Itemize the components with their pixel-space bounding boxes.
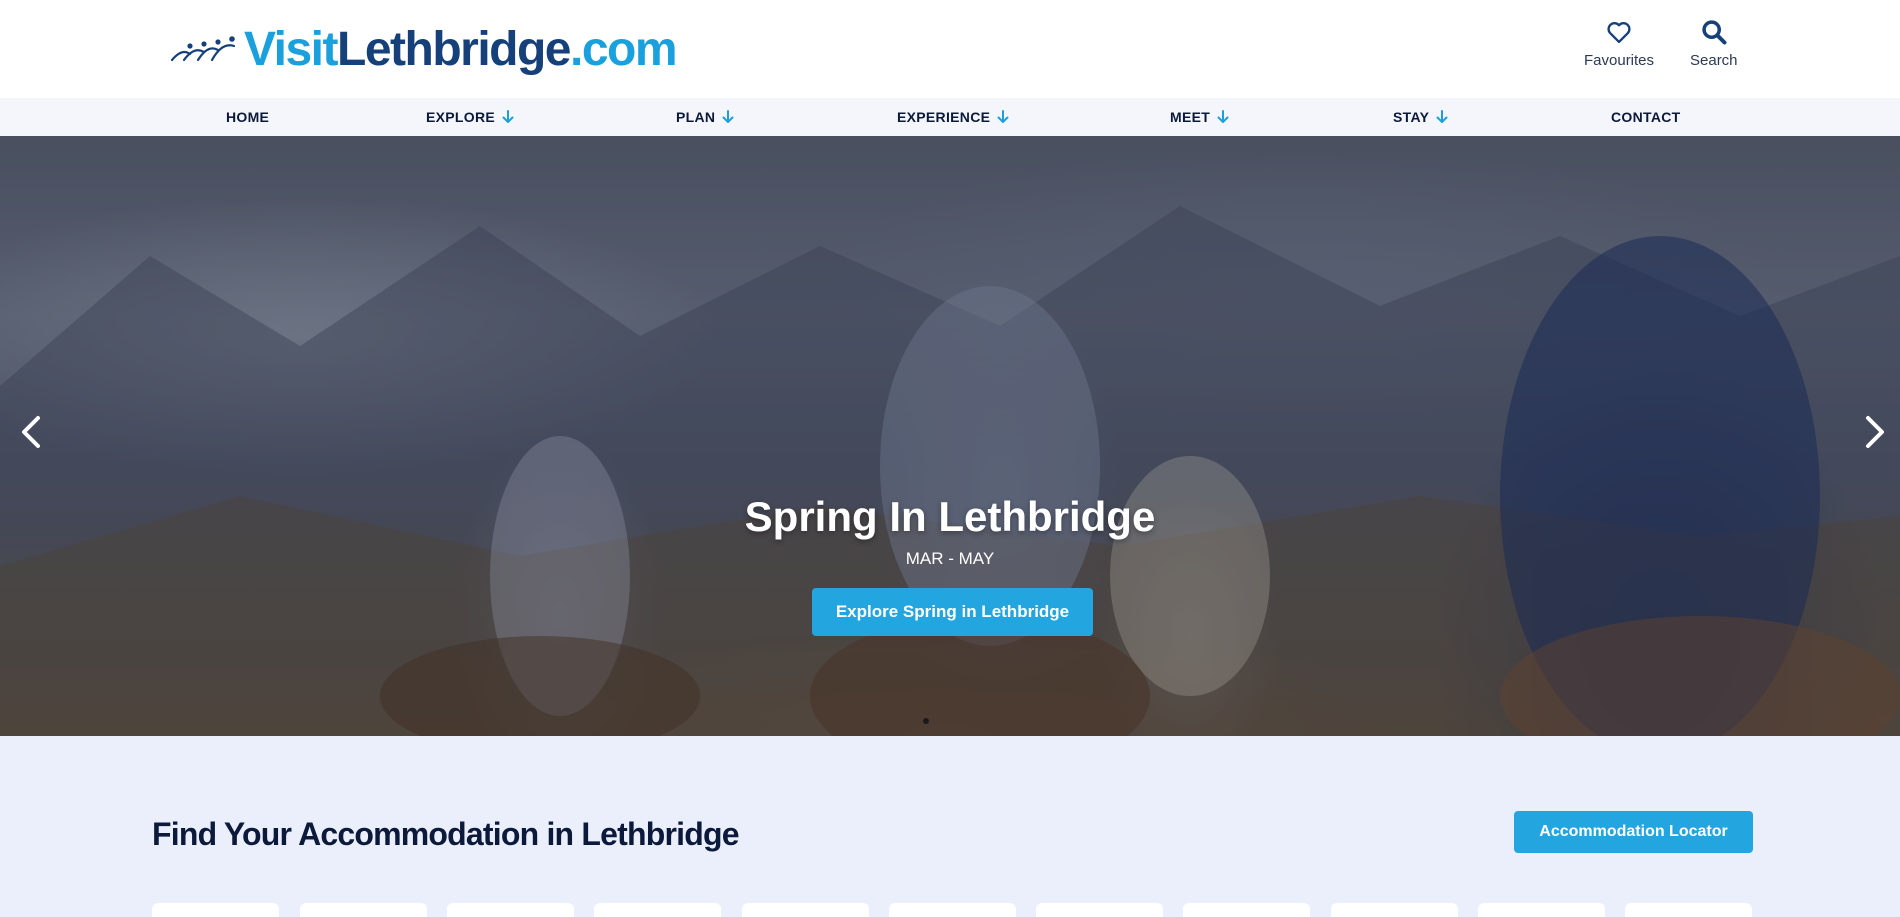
nav-item-experience[interactable]: EXPERIENCE [897, 98, 1010, 136]
slider-dot[interactable] [923, 718, 929, 724]
hero-title: Spring In Lethbridge [744, 493, 1156, 540]
favourites-label: Favourites [1584, 52, 1655, 69]
nav-item-label: CONTACT [1611, 109, 1681, 125]
accommodation-card[interactable] [447, 903, 574, 917]
accommodation-card[interactable] [1036, 903, 1163, 917]
arrow-down-icon [997, 110, 1009, 123]
accommodation-card[interactable] [742, 903, 869, 917]
accommodation-card[interactable] [1478, 903, 1605, 917]
logo-visit-text: Visit [244, 23, 339, 76]
nav-item-label: STAY [1393, 109, 1430, 125]
search-button[interactable]: Search [1690, 18, 1738, 69]
accommodation-card[interactable] [1625, 903, 1752, 917]
nav-item-label: EXPLORE [426, 109, 496, 125]
site-logo[interactable]: VisitLethbridge.com [168, 20, 678, 80]
hero-subtitle: MAR - MAY [905, 549, 995, 568]
arrow-down-icon [1436, 110, 1448, 123]
accommodation-card[interactable] [300, 903, 427, 917]
nav-item-label: MEET [1170, 109, 1211, 125]
nav-item-stay[interactable]: STAY [1393, 98, 1449, 136]
chevron-right-icon[interactable] [1860, 414, 1888, 450]
nav-item-meet[interactable]: MEET [1170, 98, 1230, 136]
nav-item-label: EXPERIENCE [897, 109, 991, 125]
arrow-down-icon [502, 110, 514, 123]
nav-item-home[interactable]: HOME [226, 98, 269, 136]
favourites-button[interactable]: Favourites [1584, 18, 1654, 69]
heart-icon [1607, 22, 1631, 44]
nav-item-plan[interactable]: PLAN [676, 98, 735, 136]
chevron-left-icon[interactable] [18, 414, 46, 450]
search-label: Search [1690, 52, 1738, 69]
logo-lethbridge-text: Lethbridge [337, 23, 572, 76]
explore-spring-button[interactable]: Explore Spring in Lethbridge [812, 588, 1093, 636]
accommodation-card[interactable] [152, 903, 279, 917]
accommodation-section: Find Your Accommodation in Lethbridge Ac… [0, 736, 1900, 917]
accommodation-card[interactable] [1331, 903, 1458, 917]
arrow-down-icon [722, 110, 734, 123]
site-header: VisitLethbridge.com Favourites Search [0, 0, 1900, 98]
accommodation-title: Find Your Accommodation in Lethbridge [152, 816, 740, 852]
nav-item-label: PLAN [676, 109, 716, 125]
accommodation-card[interactable] [594, 903, 721, 917]
accommodation-locator-button[interactable]: Accommodation Locator [1514, 811, 1753, 853]
main-nav: HOME EXPLORE PLAN EXPERIENCE MEET STAY C… [0, 98, 1900, 136]
arrow-down-icon [1217, 110, 1229, 123]
logo-wordmark: VisitLethbridge.com [244, 23, 678, 76]
nav-item-label: HOME [226, 109, 270, 125]
hero-overlay [0, 136, 1900, 736]
accommodation-card[interactable] [889, 903, 1016, 917]
hero-slider: Spring In Lethbridge MAR - MAY Explore S… [0, 136, 1900, 736]
accommodation-card[interactable] [1183, 903, 1310, 917]
nav-item-explore[interactable]: EXPLORE [426, 98, 515, 136]
search-icon [1702, 20, 1727, 45]
logo-runners-icon [170, 36, 236, 62]
logo-com-text: .com [570, 23, 678, 76]
nav-item-contact[interactable]: CONTACT [1611, 98, 1681, 136]
